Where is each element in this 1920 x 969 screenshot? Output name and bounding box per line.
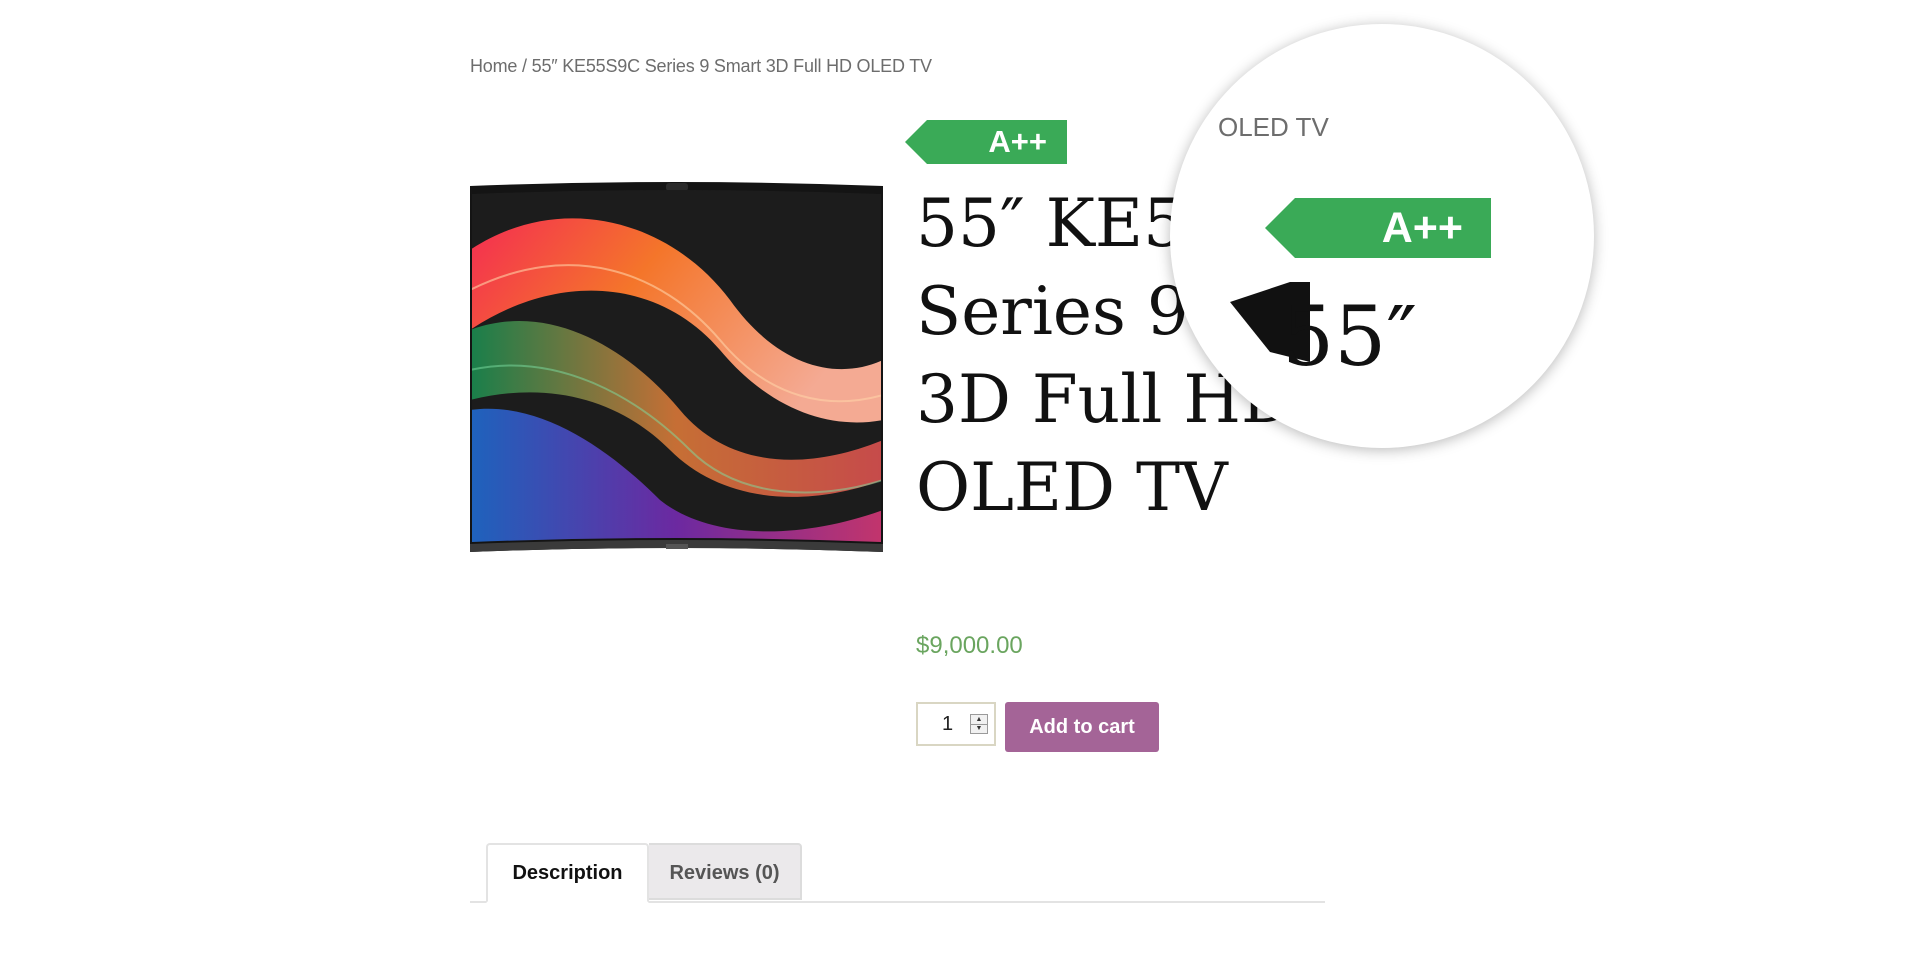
zoom-energy-badge: A++ <box>1265 198 1491 258</box>
breadcrumb-separator: / <box>522 56 527 76</box>
breadcrumb-home-link[interactable]: Home <box>470 56 517 76</box>
energy-rating-badge: A++ <box>905 120 1067 164</box>
tv-product-icon <box>470 182 883 552</box>
breadcrumb-current: 55″ KE55S9C Series 9 Smart 3D Full HD OL… <box>531 56 932 76</box>
product-price: $9,000.00 <box>916 632 1023 659</box>
zoom-title-fragment: 55″ <box>1282 290 1417 385</box>
tab-reviews[interactable]: Reviews (0) <box>649 843 802 900</box>
quantity-stepper[interactable]: ▲ ▼ <box>970 714 988 734</box>
add-to-cart-button[interactable]: Add to cart <box>1005 702 1159 752</box>
quantity-value: 1 <box>942 713 954 735</box>
zoom-breadcrumb-fragment: OLED TV <box>1218 112 1329 142</box>
quantity-input[interactable]: 1 ▲ ▼ <box>916 702 996 746</box>
breadcrumb: Home / 55″ KE55S9C Series 9 Smart 3D Ful… <box>470 56 932 77</box>
zoom-magnifier: OLED TV A++ 55″ <box>1170 24 1594 448</box>
energy-rating-label: A++ <box>988 124 1047 159</box>
product-tabs: Description Reviews (0) <box>470 843 1325 903</box>
product-image[interactable] <box>470 180 883 560</box>
zoom-energy-label: A++ <box>1381 204 1463 252</box>
stepper-down-icon[interactable]: ▼ <box>971 724 987 733</box>
tab-description[interactable]: Description <box>486 843 649 903</box>
